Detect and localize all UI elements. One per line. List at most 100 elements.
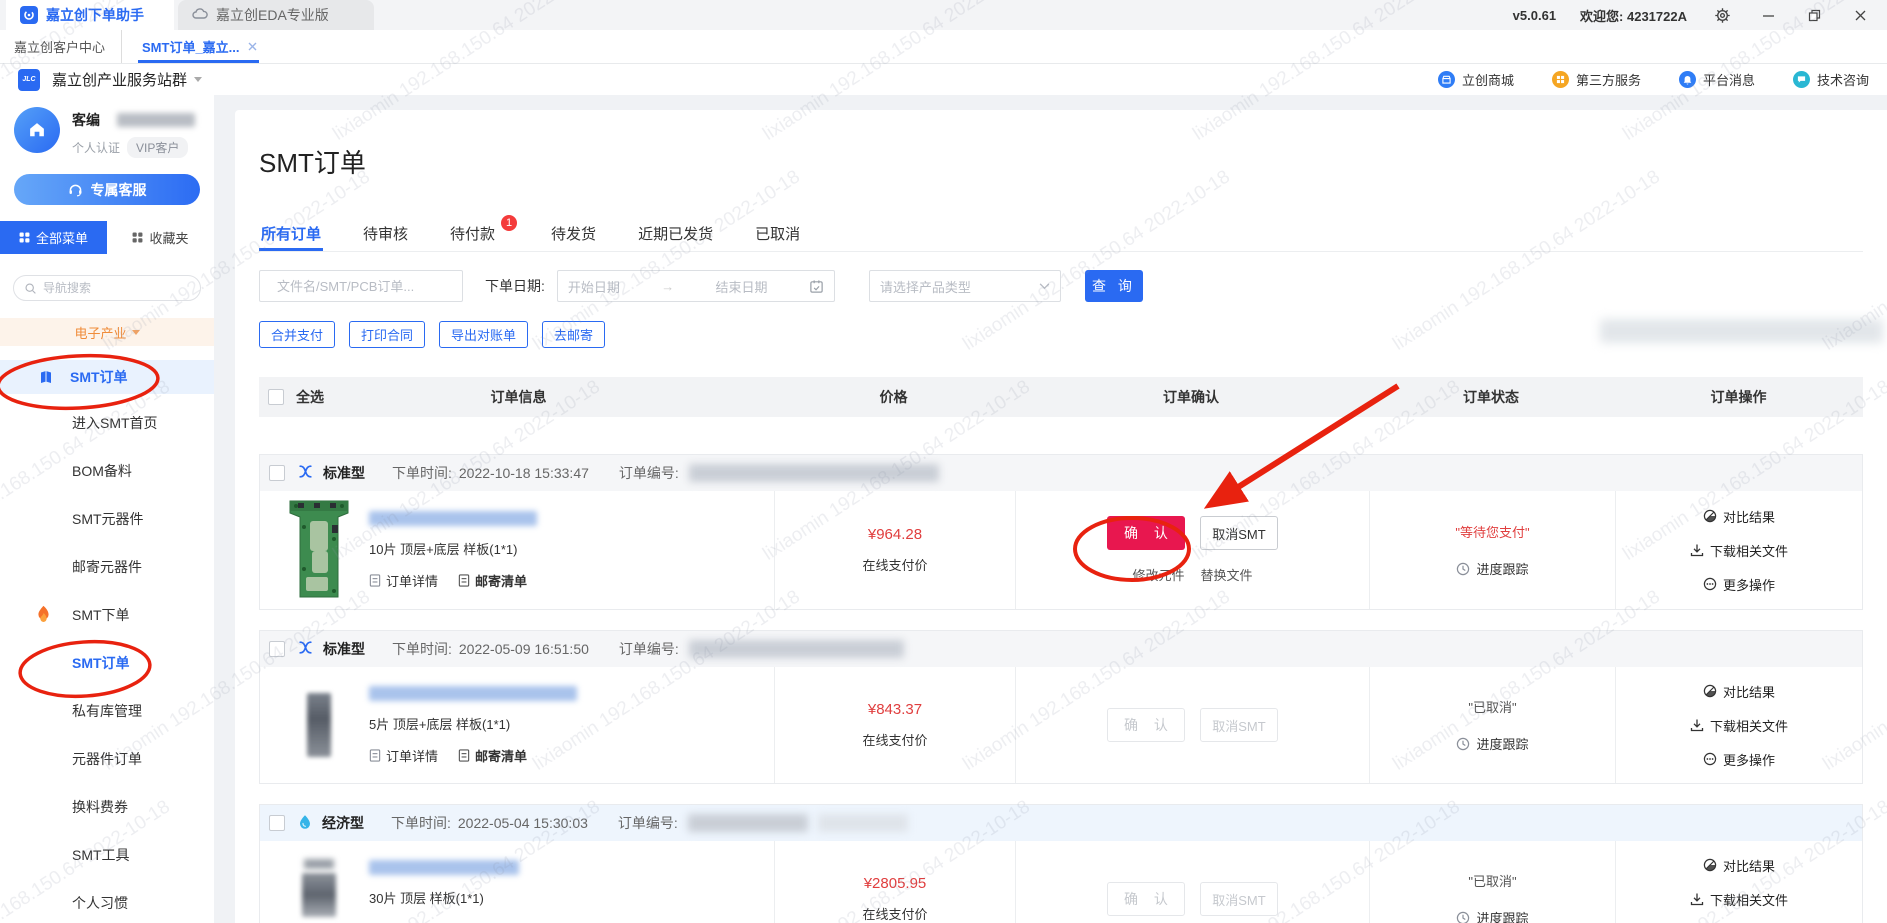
sidebar-item-private-lib[interactable]: 私有库管理 <box>0 687 214 735</box>
order-name-link-redacted[interactable] <box>369 686 577 701</box>
site-brand[interactable]: 嘉立创产业服务站群 <box>52 69 187 90</box>
cancel-smt-button[interactable]: 取消SMT <box>1200 516 1278 550</box>
sidebar-item-smt-place-order[interactable]: SMT下单 <box>0 591 214 639</box>
sidebar-item-preferences[interactable]: 个人习惯 <box>0 879 214 923</box>
date-end-placeholder[interactable]: 结束日期 <box>716 277 768 296</box>
nav-search[interactable] <box>13 275 201 301</box>
order-search-box[interactable] <box>259 270 463 302</box>
minimize-button[interactable] <box>1757 4 1779 26</box>
product-type-select[interactable]: 请选择产品类型 <box>869 270 1061 302</box>
sidebar-item-smt-tools[interactable]: SMT工具 <box>0 831 214 879</box>
order-group: 经济型 下单时间: 2022-05-04 15:30:03 订单编号: <box>259 804 1863 923</box>
app-tab-eda[interactable]: 嘉立创EDA专业版 <box>178 0 374 30</box>
order-name-link-redacted[interactable] <box>369 860 519 875</box>
sidebar-item-label: 个人习惯 <box>72 893 128 913</box>
sidebar-item-label: 元器件订单 <box>72 749 142 769</box>
customer-code-label: 客编 <box>72 110 100 130</box>
progress-track-link[interactable]: 进度跟踪 <box>1456 734 1528 753</box>
replace-file-link[interactable]: 替换文件 <box>1201 565 1253 584</box>
order-price: ¥964.28 <box>868 526 922 543</box>
order-tabs: 所有订单 待审核 待付款 1 待发货 近期已发货 已取消 <box>259 221 1863 252</box>
col-price: 价格 <box>773 387 1014 407</box>
header-link-mall[interactable]: 立创商城 <box>1438 70 1514 89</box>
confirm-button[interactable]: 确 认 <box>1107 516 1185 550</box>
header-link-messages[interactable]: 平台消息 <box>1679 70 1755 89</box>
sidebar-item-swap-coupon[interactable]: 换料费券 <box>0 783 214 831</box>
sidebar-item-component-orders[interactable]: 元器件订单 <box>0 735 214 783</box>
header-link-thirdparty[interactable]: 第三方服务 <box>1552 70 1641 89</box>
tab-pending-review[interactable]: 待审核 <box>361 221 410 251</box>
date-range-picker[interactable]: 开始日期 → 结束日期 <box>557 270 835 302</box>
sidebar-item-smt-components[interactable]: SMT元器件 <box>0 495 214 543</box>
date-start-placeholder[interactable]: 开始日期 <box>568 277 620 296</box>
download-files-link[interactable]: 下载相关文件 <box>1690 541 1788 560</box>
maximize-button[interactable] <box>1803 4 1825 26</box>
query-button[interactable]: 查 询 <box>1085 270 1143 302</box>
dedicated-service-button[interactable]: 专属客服 <box>14 174 200 205</box>
sidebar-item-smt-home[interactable]: 进入SMT首页 <box>0 399 214 447</box>
tab-all-orders[interactable]: 所有订单 <box>259 221 323 251</box>
edit-components-link[interactable]: 修改元件 <box>1132 565 1184 584</box>
mall-icon <box>1438 71 1455 88</box>
sidebar-item-bom[interactable]: BOM备料 <box>0 447 214 495</box>
sidebar-item-smt-orders[interactable]: SMT订单 <box>0 639 214 687</box>
sidebar-item-smt-orders-top[interactable]: SMT订单 <box>0 360 214 394</box>
more-actions-link[interactable]: 更多操作 <box>1703 575 1775 594</box>
order-detail-link[interactable]: 订单详情 <box>369 746 438 765</box>
service-button-label: 专属客服 <box>91 180 147 200</box>
settings-gear-icon[interactable] <box>1711 4 1733 26</box>
select-all-checkbox[interactable] <box>268 389 284 405</box>
order-checkbox[interactable] <box>269 465 285 481</box>
order-detail-link[interactable]: 订单详情 <box>369 571 438 590</box>
col-order-info: 订单信息 <box>324 387 773 407</box>
window-titlebar: 嘉立创下单助手 嘉立创EDA专业版 v5.0.61 欢迎您: 4231722A <box>0 0 1887 30</box>
sidebar-item-label: SMT订单 <box>70 367 128 387</box>
order-row: 5片 顶层+底层 样板(1*1) 订单详情 邮寄清单 <box>260 667 1862 783</box>
sidebar-item-mail-components[interactable]: 邮寄元器件 <box>0 543 214 591</box>
export-statement-button[interactable]: 导出对账单 <box>439 321 528 348</box>
tab-customer-center[interactable]: 嘉立创客户中心 <box>14 30 122 63</box>
download-files-link[interactable]: 下载相关文件 <box>1690 890 1788 909</box>
compare-result-link[interactable]: 对比结果 <box>1703 856 1775 875</box>
tab-smt-orders[interactable]: SMT订单_嘉立... <box>138 30 261 63</box>
download-files-link[interactable]: 下载相关文件 <box>1690 716 1788 735</box>
sidebar-item-label: 邮寄元器件 <box>72 557 142 577</box>
menu-tab-favorites[interactable]: 收藏夹 <box>107 221 214 254</box>
avatar[interactable] <box>14 107 60 153</box>
order-price: ¥2805.95 <box>864 875 927 892</box>
sidebar-item-label: BOM备料 <box>72 461 132 481</box>
tab-recently-shipped[interactable]: 近期已发货 <box>636 221 715 251</box>
order-detail-link[interactable]: 订单详情 <box>369 920 438 923</box>
compare-result-link[interactable]: 对比结果 <box>1703 682 1775 701</box>
order-checkbox[interactable] <box>269 815 285 831</box>
category-selector[interactable]: 电子产业 <box>0 318 214 346</box>
mail-list-link[interactable]: 邮寄清单 <box>458 920 527 923</box>
nav-search-input[interactable] <box>43 281 163 295</box>
tab-cancelled[interactable]: 已取消 <box>753 221 802 251</box>
clock-icon <box>1456 562 1470 576</box>
progress-track-link[interactable]: 进度跟踪 <box>1456 559 1528 578</box>
go-mail-button[interactable]: 去邮寄 <box>542 321 605 348</box>
tab-pending-payment[interactable]: 待付款 1 <box>448 221 497 251</box>
tab-close-icon[interactable] <box>248 39 257 54</box>
merge-pay-button[interactable]: 合并支付 <box>259 321 335 348</box>
menu-tab-all[interactable]: 全部菜单 <box>0 221 107 254</box>
order-checkbox[interactable] <box>269 641 285 657</box>
mail-list-link[interactable]: 邮寄清单 <box>458 746 527 765</box>
order-name-link-redacted[interactable] <box>369 511 537 526</box>
sidebar-item-label: SMT元器件 <box>72 509 144 529</box>
tab-pending-shipment[interactable]: 待发货 <box>549 221 598 251</box>
order-number-redacted <box>818 814 908 832</box>
compare-result-link[interactable]: 对比结果 <box>1703 507 1775 526</box>
close-button[interactable] <box>1849 4 1871 26</box>
header-link-support[interactable]: 技术咨询 <box>1793 70 1869 89</box>
compare-result-label: 对比结果 <box>1723 507 1775 526</box>
more-actions-link[interactable]: 更多操作 <box>1703 750 1775 769</box>
user-block: 客编 个人认证 VIP客户 <box>0 95 214 158</box>
mail-list-link[interactable]: 邮寄清单 <box>458 571 527 590</box>
app-tab-order-assistant[interactable]: 嘉立创下单助手 <box>6 0 174 30</box>
print-contract-button[interactable]: 打印合同 <box>349 321 425 348</box>
compare-result-label: 对比结果 <box>1723 682 1775 701</box>
order-search-input[interactable] <box>277 279 453 294</box>
progress-track-link[interactable]: 进度跟踪 <box>1456 908 1528 923</box>
